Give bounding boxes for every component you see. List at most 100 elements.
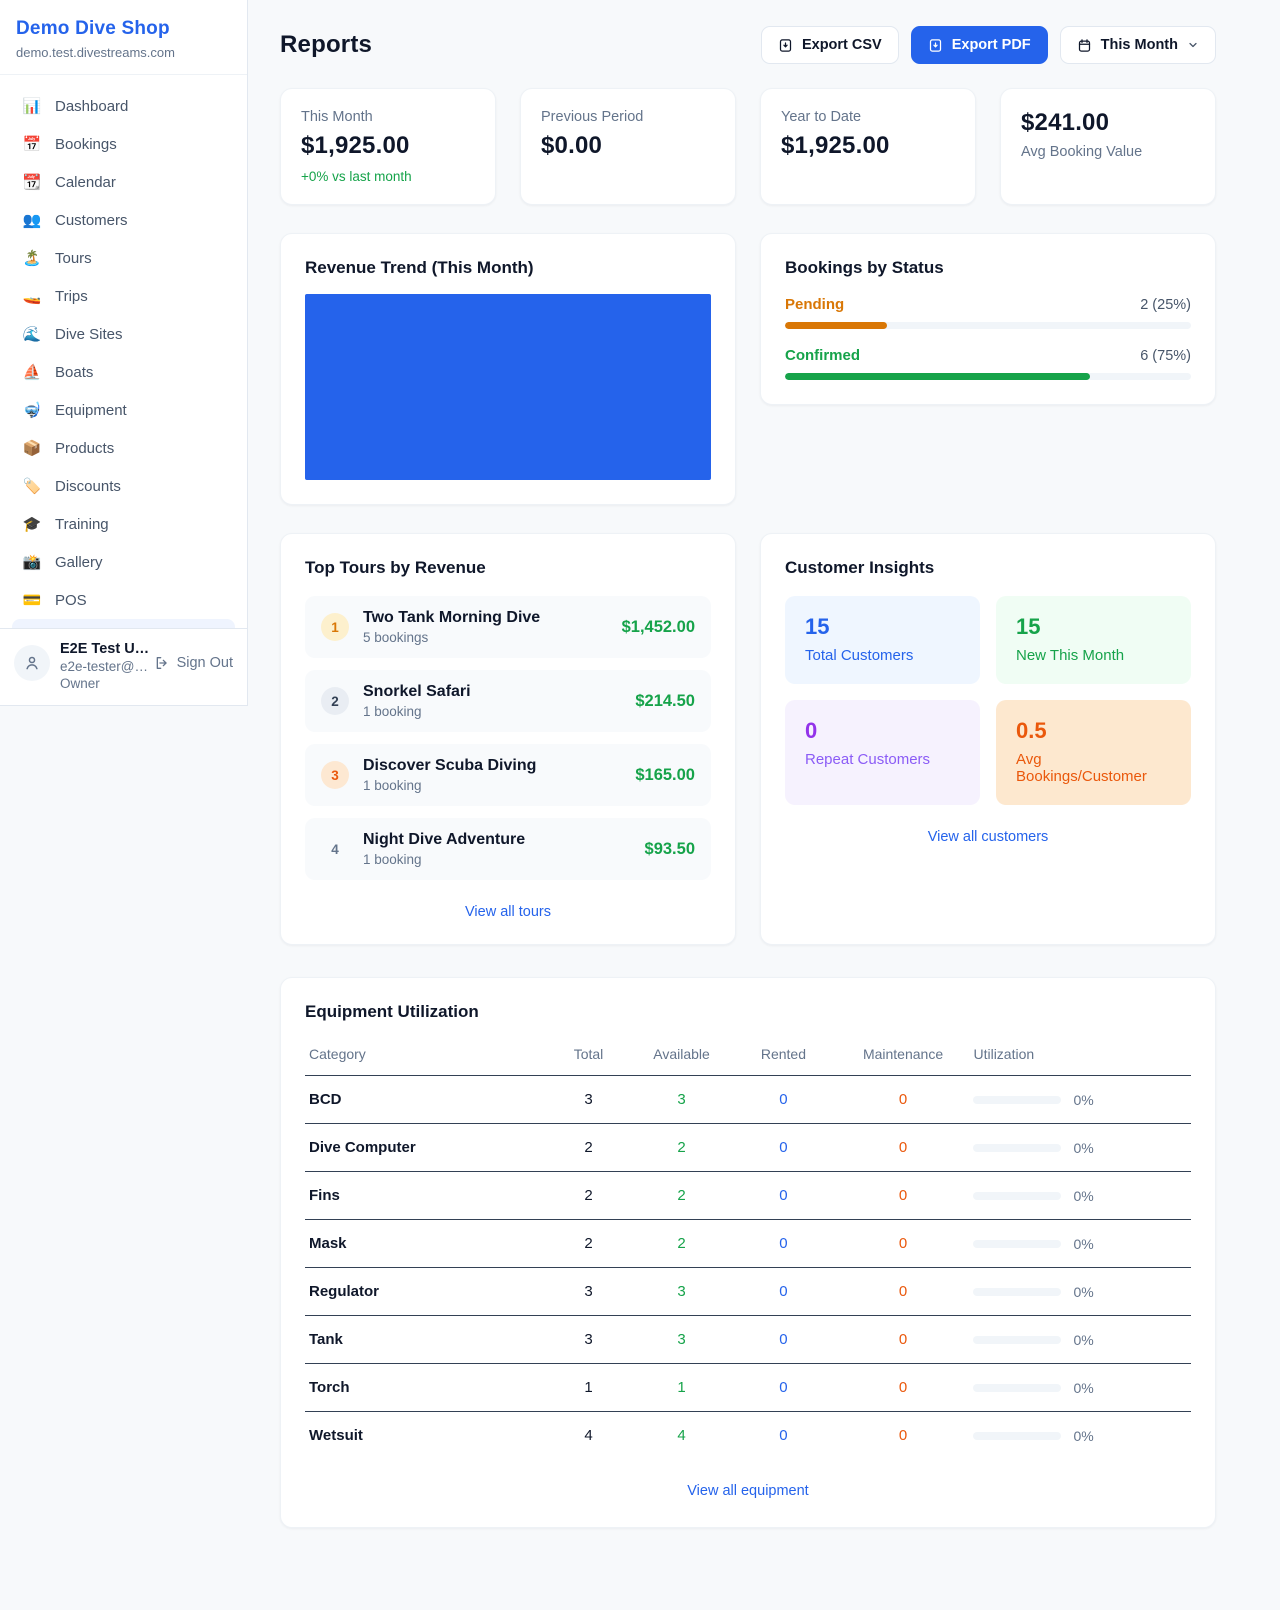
- sidebar-item-active-partial[interactable]: [12, 619, 235, 628]
- tour-row[interactable]: 2Snorkel Safari1 booking$214.50: [305, 670, 711, 732]
- sidebar-item-discounts[interactable]: 🏷️Discounts: [12, 467, 235, 505]
- export-csv-button[interactable]: Export CSV: [761, 26, 899, 64]
- file-download-icon: [778, 38, 793, 53]
- sign-out-button[interactable]: Sign Out: [154, 655, 233, 671]
- stat-label: Year to Date: [781, 109, 955, 125]
- sidebar-item-dashboard[interactable]: 📊 Dashboard: [12, 87, 235, 125]
- tour-row[interactable]: 4Night Dive Adventure1 booking$93.50: [305, 818, 711, 880]
- equipment-cell-total: 4: [544, 1412, 633, 1460]
- sidebar-item-dive-sites[interactable]: 🌊Dive Sites: [12, 315, 235, 353]
- equipment-cell-total: 2: [544, 1124, 633, 1172]
- speedboat-icon: 🚤: [22, 287, 42, 305]
- tour-row[interactable]: 1Two Tank Morning Dive5 bookings$1,452.0…: [305, 596, 711, 658]
- status-bar-fill: [785, 322, 887, 329]
- shop-name: Demo Dive Shop: [16, 18, 231, 40]
- sidebar-item-calendar[interactable]: 📆Calendar: [12, 163, 235, 201]
- equipment-cell-rented: 0: [730, 1316, 836, 1364]
- sidebar-item-label: Trips: [55, 288, 88, 305]
- export-pdf-button[interactable]: Export PDF: [911, 26, 1048, 64]
- sign-out-icon: [154, 655, 170, 671]
- equipment-cell-maintenance: 0: [837, 1172, 970, 1220]
- equipment-cell-available: 2: [633, 1124, 730, 1172]
- page-title: Reports: [280, 31, 372, 59]
- view-all-equipment-link[interactable]: View all equipment: [305, 1483, 1191, 1499]
- wave-icon: 🌊: [22, 325, 42, 343]
- equipment-col-total: Total: [544, 1036, 633, 1076]
- status-bar-track: [785, 322, 1191, 329]
- calendar-date-icon: 📅: [22, 135, 42, 153]
- tour-revenue: $93.50: [645, 840, 695, 859]
- view-all-tours-link[interactable]: View all tours: [305, 904, 711, 920]
- sidebar-item-label: Dashboard: [55, 98, 128, 115]
- revenue-trend-title: Revenue Trend (This Month): [305, 258, 711, 278]
- insight-tile-repeat-customers: 0Repeat Customers: [785, 700, 980, 805]
- equipment-cell-maintenance: 0: [837, 1268, 970, 1316]
- equipment-cell-category: Tank: [305, 1316, 544, 1364]
- island-icon: 🏝️: [22, 249, 42, 267]
- file-download-icon: [928, 38, 943, 53]
- revenue-trend-chart: [305, 294, 711, 480]
- stat-card: Previous Period$0.00: [520, 88, 736, 205]
- insight-value: 15: [1016, 614, 1171, 640]
- equipment-cell-rented: 0: [730, 1268, 836, 1316]
- equipment-cell-category: Fins: [305, 1172, 544, 1220]
- sidebar-item-gallery[interactable]: 📸Gallery: [12, 543, 235, 581]
- rank-badge: 3: [321, 761, 349, 789]
- utilization-pct: 0%: [1073, 1284, 1093, 1300]
- equipment-cell-total: 3: [544, 1268, 633, 1316]
- status-label: Confirmed: [785, 347, 860, 364]
- equipment-cell-utilization: 0%: [969, 1412, 1191, 1460]
- insight-label: Avg Bookings/Customer: [1016, 751, 1171, 785]
- utilization-pct: 0%: [1073, 1092, 1093, 1108]
- equipment-row: Tank33000%: [305, 1316, 1191, 1364]
- utilization-bar: [973, 1192, 1061, 1200]
- utilization-pct: 0%: [1073, 1428, 1093, 1444]
- tour-row[interactable]: 3Discover Scuba Diving1 booking$165.00: [305, 744, 711, 806]
- stat-delta: +0% vs last month: [301, 169, 475, 184]
- equipment-table-body: BCD33000%Dive Computer22000%Fins22000%Ma…: [305, 1076, 1191, 1460]
- utilization-bar: [973, 1240, 1061, 1248]
- sidebar-item-training[interactable]: 🎓Training: [12, 505, 235, 543]
- users-icon: 👥: [22, 211, 42, 229]
- insight-label: New This Month: [1016, 647, 1171, 664]
- sidebar-item-label: POS: [55, 592, 87, 609]
- shop-domain: demo.test.divestreams.com: [16, 45, 231, 60]
- equipment-cell-utilization: 0%: [969, 1124, 1191, 1172]
- bar-chart-icon: 📊: [22, 97, 42, 115]
- period-dropdown[interactable]: This Month: [1060, 26, 1216, 64]
- status-row-confirmed: Confirmed 6 (75%): [785, 347, 1191, 380]
- user-avatar-icon: [14, 645, 50, 681]
- sidebar-item-pos[interactable]: 💳POS: [12, 581, 235, 619]
- tour-revenue: $1,452.00: [622, 618, 695, 637]
- sidebar-item-products[interactable]: 📦Products: [12, 429, 235, 467]
- equipment-cell-rented: 0: [730, 1076, 836, 1124]
- main-content: Reports Export CSV Export PDF This Month: [248, 0, 1280, 1572]
- stat-label: Previous Period: [541, 109, 715, 125]
- sidebar-item-boats[interactable]: ⛵Boats: [12, 353, 235, 391]
- equipment-cell-available: 3: [633, 1268, 730, 1316]
- tour-revenue: $165.00: [635, 766, 695, 785]
- diving-mask-icon: 🤿: [22, 401, 42, 419]
- sidebar-item-trips[interactable]: 🚤 Trips: [12, 277, 235, 315]
- sidebar-item-label: Discounts: [55, 478, 121, 495]
- sidebar-item-bookings[interactable]: 📅 Bookings: [12, 125, 235, 163]
- stat-value: $1,925.00: [301, 132, 475, 160]
- equipment-cell-maintenance: 0: [837, 1316, 970, 1364]
- status-count: 6 (75%): [1140, 348, 1191, 364]
- equipment-cell-available: 3: [633, 1076, 730, 1124]
- utilization-bar: [973, 1336, 1061, 1344]
- customer-insights-card: Customer Insights 15Total Customers15New…: [760, 533, 1216, 945]
- stats-row: This Month$1,925.00+0% vs last monthPrev…: [280, 88, 1216, 205]
- utilization-pct: 0%: [1073, 1188, 1093, 1204]
- sidebar-item-tours[interactable]: 🏝️Tours: [12, 239, 235, 277]
- equipment-cell-available: 2: [633, 1220, 730, 1268]
- equipment-cell-total: 2: [544, 1172, 633, 1220]
- equipment-cell-utilization: 0%: [969, 1172, 1191, 1220]
- rank-badge: 4: [321, 835, 349, 863]
- view-all-customers-link[interactable]: View all customers: [785, 829, 1191, 845]
- equipment-row: Dive Computer22000%: [305, 1124, 1191, 1172]
- sidebar-item-customers[interactable]: 👥Customers: [12, 201, 235, 239]
- equipment-cell-total: 1: [544, 1364, 633, 1412]
- sidebar-item-label: Bookings: [55, 136, 117, 153]
- sidebar-item-equipment[interactable]: 🤿Equipment: [12, 391, 235, 429]
